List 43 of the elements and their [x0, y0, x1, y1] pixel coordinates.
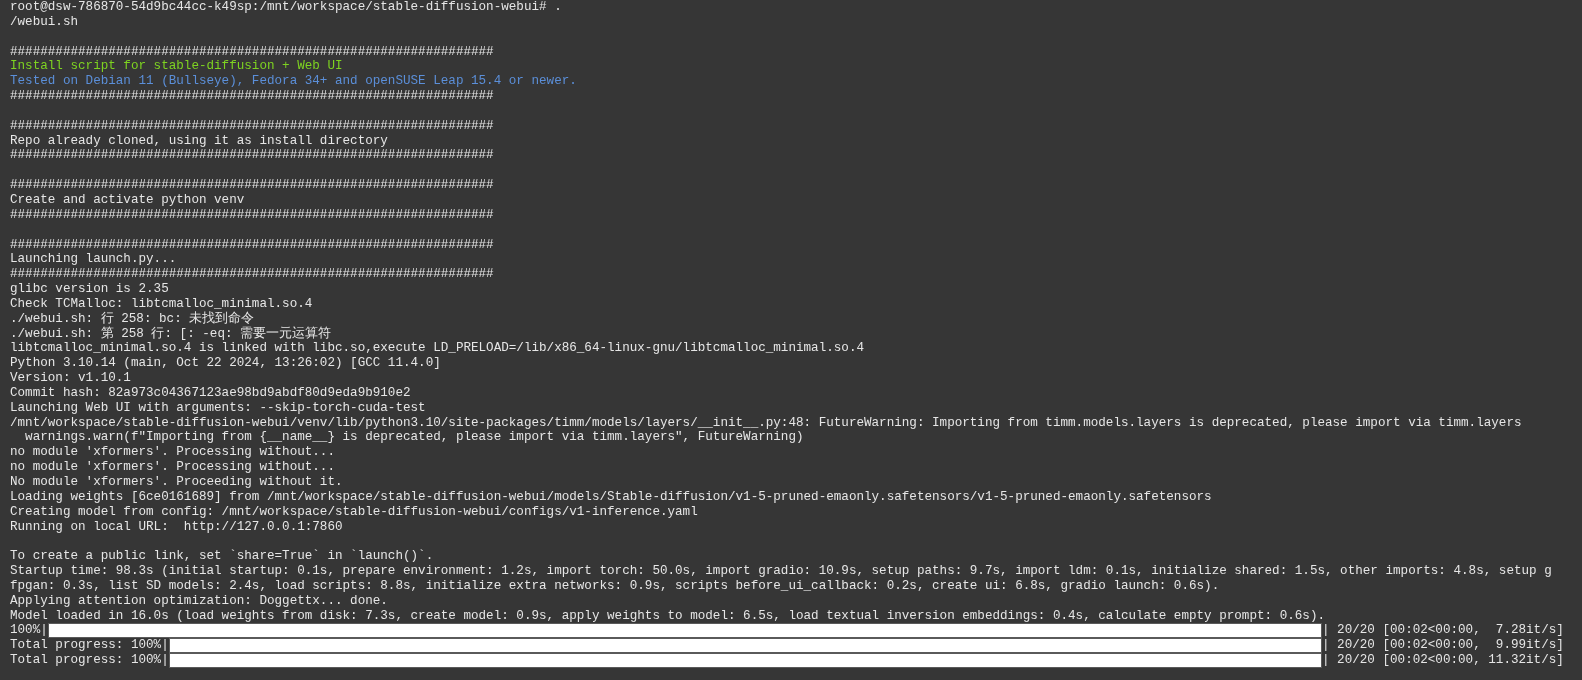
terminal-line: libtcmalloc_minimal.so.4 is linked with libc.so,execute LD_PRELOAD=/lib/x86_64-linux-gnu/libtcmalloc_minimal.so.4: [10, 341, 864, 357]
terminal-line: ################################################################: [10, 44, 494, 60]
terminal-line: /webui.sh: [10, 14, 79, 30]
terminal-line: warnings.warn(f"Importing from {__name__} is deprecated, please import via timm.layers", FutureWarning): [24, 430, 804, 446]
terminal-line: no module 'xformers'. Processing without...: [10, 460, 335, 475]
terminal-line: Applying attention optimization: Doggettx... done.: [10, 593, 388, 609]
terminal-line: Create and activate python venv: [10, 192, 245, 208]
progress-label: Total progress: 100%|: [10, 653, 169, 668]
terminal-line: ################################################################: [10, 237, 494, 253]
terminal-line: glibc version is 2.35: [10, 282, 169, 297]
terminal-line: Launching Web UI with arguments: --skip-torch-cuda-test: [10, 400, 426, 416]
terminal-line: Repo already cloned, using it as install directory: [10, 133, 388, 149]
terminal-line: Loading weights [6ce0161689] from /mnt/workspace/stable-diffusion-webui/models/Stable-diffusion/v1-5-pruned-emaonly.safetensors/v1-5-pruned-emaonly.safetensors: [10, 489, 1212, 505]
progress-stats: | 20/20 [00:02<00:00, 7.28it/s]: [1322, 623, 1565, 639]
terminal-line: To create a public link, set `share=True` in `launch()`.: [10, 549, 434, 565]
progress-stats: | 20/20 [00:02<00:00, 9.99it/s]: [1322, 638, 1565, 654]
terminal-line: Startup time: 98.3s (initial startup: 0.1s, prepare environment: 1.2s, import torch: 50.0s, import gradio: 10.9s, setup paths: 9.7s, import ldm: 0.1s, initialize shared: 1.5s, other imports: 4.8s, setup g: [10, 564, 1552, 579]
terminal-line: Python 3.10.14 (main, Oct 22 2024, 13:26:02) [GCC 11.4.0]: [10, 356, 441, 372]
progress-label: Total progress: 100%|: [10, 638, 169, 654]
terminal-line: ################################################################: [10, 178, 494, 193]
progress-stats: | 20/20 [00:02<00:00, 11.32it/s]: [1322, 653, 1565, 668]
terminal-line: ./webui.sh: 行 258: bc: 未找到命令: [10, 311, 255, 326]
terminal-line: Install script for stable-diffusion + Web UI: [10, 59, 343, 75]
terminal-line: root@dsw-786870-54d9bc44cc-k49sp:/mnt/workspace/stable-diffusion-webui# .: [10, 0, 562, 15]
terminal-line: Commit hash: 82a973c04367123ae98bd9abdf80d9eda9b910e2: [10, 385, 411, 401]
terminal-line: /mnt/workspace/stable-diffusion-webui/venv/lib/python3.10/site-packages/timm/models/layers/__init__.py:48: FutureWarning: Importing from timm.models.layers is deprecated, please import via timm.layers: [10, 415, 1522, 431]
terminal-line: Check TCMalloc: libtcmalloc_minimal.so.4: [10, 296, 313, 311]
terminal-line: Version: v1.10.1: [10, 371, 131, 386]
terminal-line: No module 'xformers'. Proceeding without it.: [10, 475, 343, 490]
terminal-line: ################################################################: [10, 207, 494, 223]
terminal-line: Model loaded in 16.0s (load weights from disk: 7.3s, create model: 0.9s, apply weights to model: 6.5s, load textual inversion embeddings: 0.4s, calculate empty prompt: 0.6s).: [10, 608, 1325, 624]
terminal-line: Creating model from config: /mnt/workspace/stable-diffusion-webui/configs/v1-inference.yaml: [10, 504, 698, 520]
terminal-line: ################################################################: [10, 118, 494, 134]
terminal-line: Running on local URL: http://127.0.0.1:7860: [10, 519, 343, 535]
progress-label: 100%|: [10, 623, 48, 639]
terminal-line: fpgan: 0.3s, list SD models: 2.4s, load scripts: 8.8s, initialize extra networks: 0.9s, scripts before_ui_callback: 0.2s, create ui: 6.8s, gradio launch: 0.6s).: [10, 578, 1220, 594]
terminal-line: no module 'xformers'. Processing without...: [10, 445, 335, 461]
terminal-line: ################################################################: [10, 89, 494, 104]
terminal-line: ################################################################: [10, 267, 494, 283]
terminal-line: ./webui.sh: 第 258 行: [: -eq: 需要一元运算符: [10, 326, 332, 342]
terminal-line: ################################################################: [10, 148, 494, 164]
terminal-line: Launching launch.py...: [10, 252, 177, 268]
terminal-line: Tested on Debian 11 (Bullseye), Fedora 34+ and openSUSE Leap 15.4 or newer.: [10, 74, 577, 90]
